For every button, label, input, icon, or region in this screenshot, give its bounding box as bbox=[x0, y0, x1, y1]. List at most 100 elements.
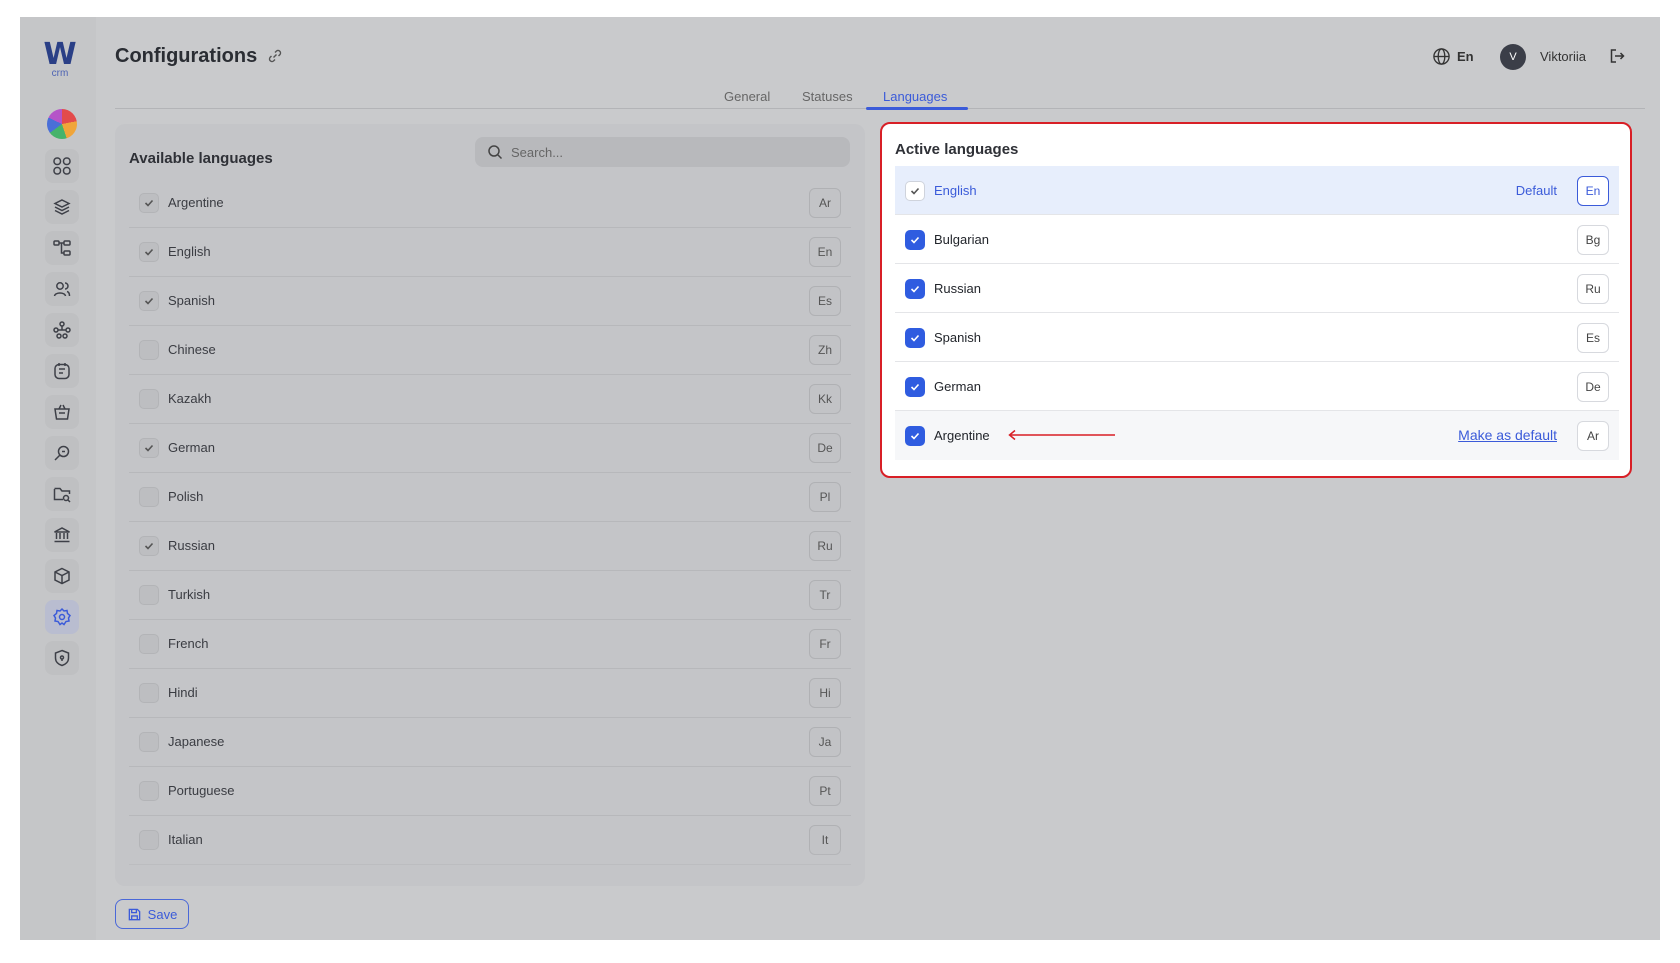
language-code-badge: Zh bbox=[809, 335, 841, 365]
language-code-badge: En bbox=[1577, 176, 1609, 206]
check-icon bbox=[910, 432, 920, 440]
language-name: Bulgarian bbox=[934, 232, 989, 247]
tab-bar: General Statuses Languages bbox=[115, 77, 1645, 110]
sidebar-item-folder-search[interactable] bbox=[45, 477, 79, 511]
language-checkbox[interactable] bbox=[905, 377, 925, 397]
list-item[interactable]: Japanese Ja bbox=[129, 718, 851, 767]
sidebar-item-network[interactable] bbox=[45, 313, 79, 347]
make-default-link[interactable]: Make as default bbox=[1458, 427, 1557, 443]
language-name: Italian bbox=[168, 832, 203, 847]
username[interactable]: Viktoriia bbox=[1540, 49, 1586, 64]
language-name: Spanish bbox=[168, 293, 215, 308]
language-checkbox[interactable] bbox=[139, 536, 159, 556]
layers-icon bbox=[53, 199, 71, 215]
list-item[interactable]: Polish Pl bbox=[129, 473, 851, 522]
list-item[interactable]: German De bbox=[895, 362, 1619, 411]
language-checkbox[interactable] bbox=[139, 438, 159, 458]
language-checkbox[interactable] bbox=[905, 230, 925, 250]
list-item[interactable]: Turkish Tr bbox=[129, 571, 851, 620]
language-name: Argentine bbox=[934, 428, 990, 443]
list-item[interactable]: German De bbox=[129, 424, 851, 473]
default-label: Default bbox=[1515, 183, 1557, 198]
users-icon bbox=[53, 282, 71, 297]
language-name: Russian bbox=[168, 538, 215, 553]
list-item[interactable]: Argentine Ar bbox=[129, 179, 851, 228]
list-item[interactable]: Bulgarian Bg bbox=[895, 215, 1619, 264]
list-item[interactable]: Hindi Hi bbox=[129, 669, 851, 718]
language-checkbox[interactable] bbox=[139, 389, 159, 409]
list-item[interactable]: Spanish Es bbox=[129, 277, 851, 326]
available-languages-panel: Available languages ArgentineArEnglishEn… bbox=[115, 124, 865, 886]
tab-general[interactable]: General bbox=[724, 89, 770, 104]
language-name: Argentine bbox=[168, 195, 224, 210]
check-icon bbox=[910, 285, 920, 293]
language-checkbox[interactable] bbox=[139, 585, 159, 605]
sidebar-item-package[interactable] bbox=[45, 559, 79, 593]
list-item[interactable]: French Fr bbox=[129, 620, 851, 669]
tab-languages[interactable]: Languages bbox=[883, 89, 947, 104]
check-icon bbox=[144, 542, 154, 550]
sidebar-item-layers[interactable] bbox=[45, 190, 79, 224]
language-name: Hindi bbox=[168, 685, 198, 700]
logout-icon[interactable] bbox=[1608, 47, 1626, 65]
tab-statuses[interactable]: Statuses bbox=[802, 89, 853, 104]
list-item[interactable]: Chinese Zh bbox=[129, 326, 851, 375]
language-checkbox[interactable] bbox=[139, 340, 159, 360]
list-item[interactable]: Argentine Make as default Ar bbox=[895, 411, 1619, 460]
active-languages-panel: Active languages English Default En Bulgari… bbox=[880, 122, 1632, 478]
color-wheel-icon[interactable] bbox=[47, 109, 77, 139]
globe-icon[interactable] bbox=[1432, 47, 1451, 66]
language-code-badge: Es bbox=[809, 286, 841, 316]
language-checkbox[interactable] bbox=[905, 181, 925, 201]
link-icon[interactable] bbox=[267, 48, 283, 64]
language-checkbox[interactable] bbox=[139, 193, 159, 213]
search-key-icon bbox=[54, 445, 70, 461]
dashboard-grid-icon bbox=[53, 157, 71, 175]
sidebar-item-search-key[interactable] bbox=[45, 436, 79, 470]
sidebar-item-hierarchy[interactable] bbox=[45, 231, 79, 265]
language-selector[interactable]: En bbox=[1457, 49, 1474, 64]
check-icon bbox=[910, 187, 920, 195]
sidebar-item-bank[interactable] bbox=[45, 518, 79, 552]
sidebar-item-dashboard[interactable] bbox=[45, 149, 79, 183]
save-button[interactable]: Save bbox=[115, 899, 189, 929]
shield-icon bbox=[54, 649, 70, 667]
search-box[interactable] bbox=[475, 137, 850, 167]
language-name: Portuguese bbox=[168, 783, 235, 798]
available-languages-title: Available languages bbox=[129, 150, 273, 167]
list-item[interactable]: Kazakh Kk bbox=[129, 375, 851, 424]
sidebar-item-users[interactable] bbox=[45, 272, 79, 306]
active-languages-title: Active languages bbox=[895, 141, 1019, 158]
language-checkbox[interactable] bbox=[139, 634, 159, 654]
language-code-badge: En bbox=[809, 237, 841, 267]
language-checkbox[interactable] bbox=[139, 487, 159, 507]
list-item[interactable]: Portuguese Pt bbox=[129, 767, 851, 816]
language-checkbox[interactable] bbox=[905, 328, 925, 348]
app-window: W crm Configurations En V Viktoriia Gene… bbox=[20, 17, 1660, 940]
language-code-badge: De bbox=[809, 433, 841, 463]
list-item[interactable]: Russian Ru bbox=[129, 522, 851, 571]
list-item[interactable]: English Default En bbox=[895, 166, 1619, 215]
language-checkbox[interactable] bbox=[139, 683, 159, 703]
list-item[interactable]: Russian Ru bbox=[895, 264, 1619, 313]
check-icon bbox=[144, 199, 154, 207]
language-checkbox[interactable] bbox=[905, 426, 925, 446]
sidebar-item-notes[interactable] bbox=[45, 354, 79, 388]
language-name: Turkish bbox=[168, 587, 211, 602]
language-checkbox[interactable] bbox=[139, 291, 159, 311]
avatar[interactable]: V bbox=[1500, 44, 1526, 70]
language-checkbox[interactable] bbox=[139, 242, 159, 262]
sidebar-item-basket[interactable] bbox=[45, 395, 79, 429]
language-checkbox[interactable] bbox=[905, 279, 925, 299]
sidebar-item-security[interactable] bbox=[45, 641, 79, 675]
search-input[interactable] bbox=[511, 142, 831, 162]
language-code-badge: Kk bbox=[809, 384, 841, 414]
language-checkbox[interactable] bbox=[139, 732, 159, 752]
language-name: Kazakh bbox=[168, 391, 212, 406]
list-item[interactable]: English En bbox=[129, 228, 851, 277]
sidebar-item-settings[interactable] bbox=[45, 600, 79, 634]
language-checkbox[interactable] bbox=[139, 781, 159, 801]
logo[interactable]: W crm bbox=[42, 40, 78, 81]
list-item[interactable]: Spanish Es bbox=[895, 313, 1619, 362]
active-tab-indicator bbox=[866, 107, 968, 110]
